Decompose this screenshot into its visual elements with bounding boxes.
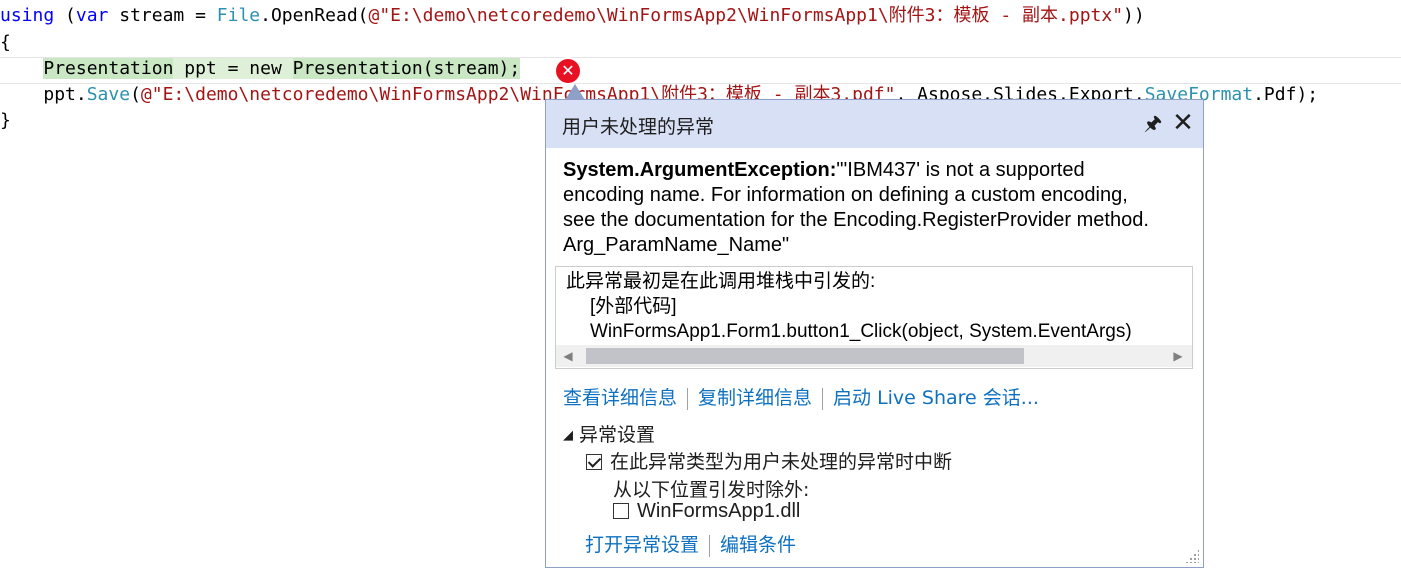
pptx-path-string: @"E:\demo\netcoredemo\WinFormsApp2\WinFo… (368, 5, 1124, 26)
code-token: ppt = new (173, 58, 293, 79)
module-exclusion-row[interactable]: WinFormsApp1.dll (613, 500, 800, 523)
break-on-unhandled-row[interactable]: 在此异常类型为用户未处理的异常时中断 (586, 447, 952, 474)
live-share-link[interactable]: 启动 Live Share 会话... (833, 387, 1039, 409)
link-divider (709, 534, 711, 557)
using-keyword: using (0, 5, 55, 26)
code-line-3[interactable]: Presentation ppt = new Presentation(stre… (0, 56, 521, 82)
call-stack-box[interactable]: 此异常最初是在此调用堆栈中引发的: [外部代码] WinFormsApp1.Form… (555, 266, 1193, 369)
exception-helper-popup: 用户未处理的异常 🖈 ✕ System.ArgumentException:"'… (545, 99, 1204, 568)
presentation-type-token: Presentation (43, 58, 174, 79)
constructor-call-token: Presentation(stream); (292, 58, 521, 79)
link-divider (687, 387, 689, 410)
code-token: )) (1123, 5, 1145, 26)
edit-conditions-link[interactable]: 编辑条件 (720, 534, 796, 556)
code-token: .OpenRead( (260, 5, 369, 26)
save-method-token: Save (86, 84, 131, 105)
except-from-label: 从以下位置引发时除外: (613, 479, 810, 501)
error-icon[interactable]: ✕ (556, 59, 580, 83)
scroll-thumb[interactable] (586, 348, 1024, 364)
code-token: ( (54, 5, 76, 26)
resize-grip-icon[interactable] (1185, 549, 1199, 563)
exception-settings-header: 异常设置 (579, 424, 656, 446)
close-icon[interactable]: ✕ (1170, 109, 1196, 137)
view-details-link[interactable]: 查看详细信息 (563, 387, 677, 409)
popup-title: 用户未处理的异常 (562, 116, 715, 138)
module-name: WinFormsApp1.dll (637, 500, 801, 522)
exception-type: System.ArgumentException: (563, 159, 837, 181)
module-checkbox[interactable] (613, 503, 629, 519)
code-line-5[interactable]: } (0, 108, 11, 134)
file-type-token: File (216, 5, 261, 26)
code-token: ppt. (43, 84, 87, 105)
code-token: stream = (108, 5, 217, 26)
stack-line-frame: WinFormsApp1.Form1.button1_Click(object,… (590, 321, 1132, 342)
open-exception-settings-link[interactable]: 打开异常设置 (585, 534, 699, 556)
code-token: ( (130, 84, 141, 105)
code-line-2[interactable]: { (0, 30, 11, 56)
code-token: .Pdf); (1253, 84, 1319, 105)
exception-settings-toggle[interactable]: ◢ 异常设置 (563, 420, 655, 447)
link-divider (822, 387, 824, 410)
var-keyword: var (75, 5, 109, 26)
action-links: 查看详细信息 复制详细信息 启动 Live Share 会话... (563, 383, 1039, 410)
code-line-1[interactable]: using (var stream = File.OpenRead(@"E:\d… (0, 3, 1145, 29)
stack-line-header: 此异常最初是在此调用堆栈中引发的: (566, 271, 876, 292)
collapse-triangle-icon: ◢ (563, 428, 573, 443)
break-checkbox-label: 在此异常类型为用户未处理的异常时中断 (610, 451, 953, 473)
callout-pointer (565, 84, 585, 100)
scroll-left-icon[interactable]: ◀ (558, 345, 578, 367)
pin-icon[interactable]: 🖈 (1142, 110, 1164, 136)
stack-line-external: [外部代码] (590, 296, 677, 317)
settings-links: 打开异常设置 编辑条件 (585, 530, 796, 557)
call-stack-text: 此异常最初是在此调用堆栈中引发的: [外部代码] WinFormsApp1.Form… (566, 269, 1132, 344)
popup-header: 用户未处理的异常 🖈 ✕ (546, 100, 1203, 148)
scroll-right-icon[interactable]: ▶ (1168, 345, 1188, 367)
horizontal-scrollbar[interactable]: ◀ ▶ (556, 345, 1192, 367)
exception-description: System.ArgumentException:"'IBM437' is no… (563, 158, 1163, 258)
copy-details-link[interactable]: 复制详细信息 (698, 387, 812, 409)
break-checkbox[interactable] (586, 454, 602, 470)
